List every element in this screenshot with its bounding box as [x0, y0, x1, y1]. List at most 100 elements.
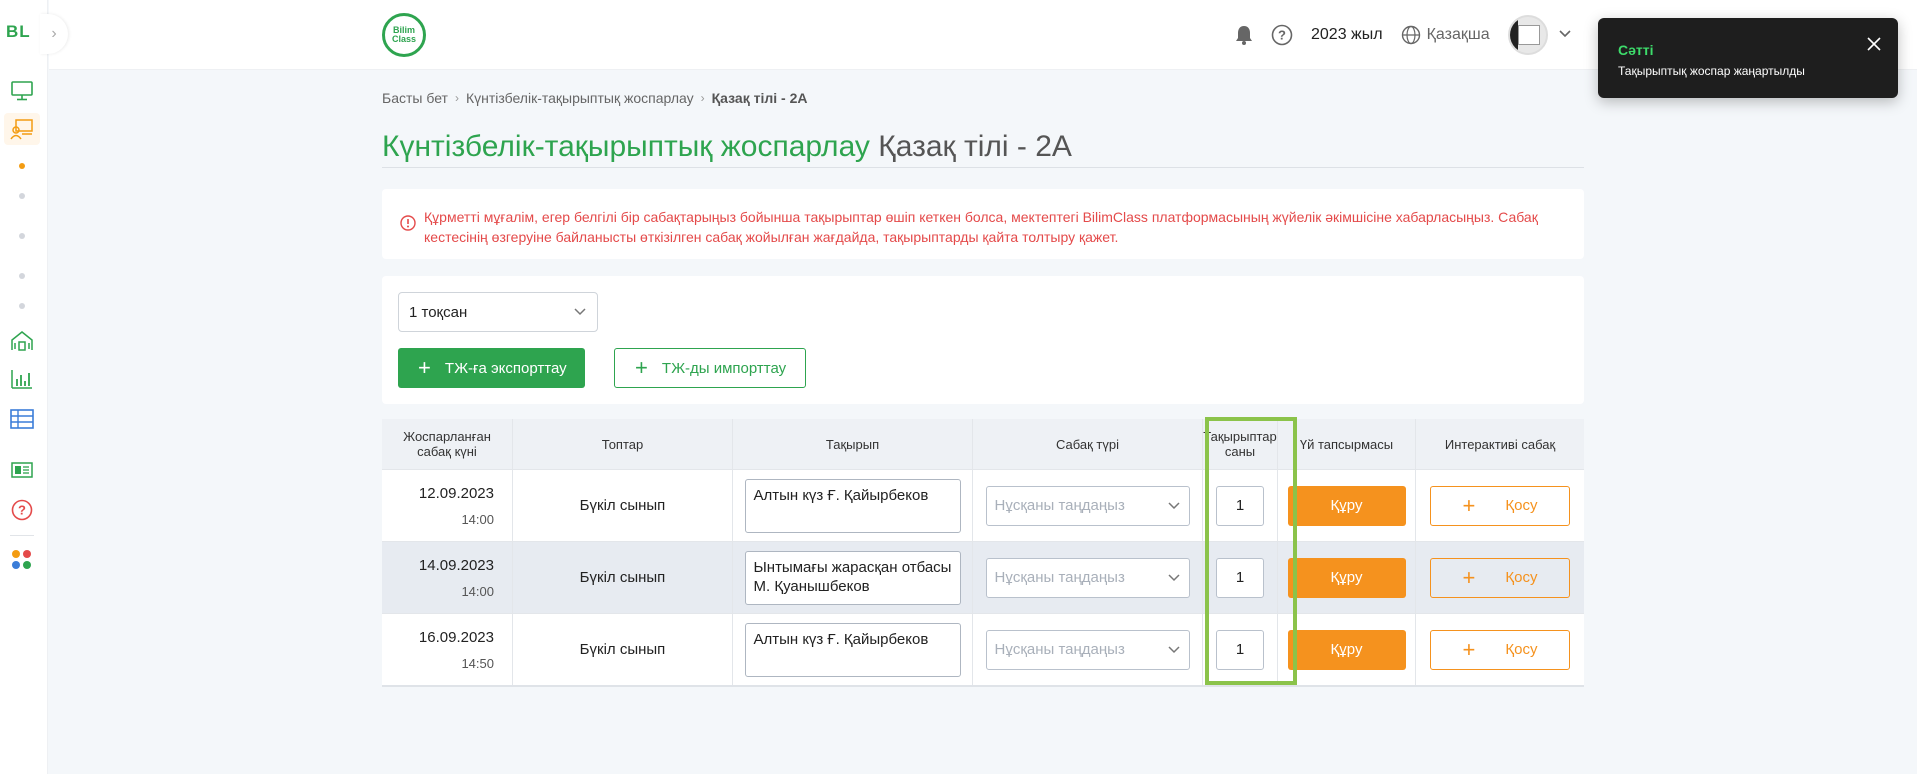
controls-panel: 1 тоқсан + ТЖ-ға экспорттау + ТЖ-ды импо… — [382, 276, 1584, 404]
type-cell: Нұсқаны таңдаңыз — [973, 470, 1203, 541]
chevron-down-icon — [1167, 501, 1180, 509]
help-button[interactable]: ? — [1271, 24, 1293, 46]
sidebar-subitem-dot[interactable] — [19, 303, 25, 309]
sidebar-item-schedule[interactable] — [9, 406, 35, 432]
sidebar-subitem-dot[interactable] — [19, 273, 25, 279]
breadcrumb-section[interactable]: Күнтізбелік-тақырыптық жоспарлау — [466, 90, 694, 106]
lesson-type-select[interactable]: Нұсқаны таңдаңыз — [985, 485, 1190, 526]
help-circle-icon: ? — [11, 499, 33, 521]
header-topic: Тақырып — [733, 419, 973, 469]
bilimclass-logo[interactable]: Bilim Class — [382, 13, 426, 57]
toast-close-button[interactable] — [1862, 32, 1886, 56]
plus-icon: + — [1462, 636, 1476, 662]
add-interactive-button[interactable]: + Қосу — [1430, 629, 1570, 670]
svg-text:?: ? — [18, 503, 26, 518]
breadcrumb-home[interactable]: Басты бет — [382, 90, 448, 106]
sidebar-item-stats[interactable] — [9, 366, 35, 392]
chevron-down-icon — [1559, 30, 1571, 38]
success-toast: Сәтті Тақырыптық жоспар жаңартылды — [1598, 18, 1898, 98]
add-interactive-button[interactable]: + Қосу — [1430, 485, 1570, 526]
chevron-right-icon: › — [51, 25, 57, 42]
sidebar-item-monitor[interactable] — [9, 78, 35, 104]
date-cell: 12.09.2023 14:00 — [382, 470, 513, 541]
sidebar-subitem-dot[interactable] — [19, 233, 25, 239]
lesson-date: 14.09.2023 — [418, 556, 494, 574]
topic-input[interactable]: Алтын күз Ғ. Қайырбеков — [744, 622, 961, 677]
quarter-select-value: 1 тоқсан — [409, 303, 468, 321]
breadcrumb-separator-icon: › — [454, 91, 459, 105]
lesson-type-placeholder: Нұсқаны таңдаңыз — [994, 641, 1125, 658]
add-interactive-label: Қосу — [1505, 569, 1538, 586]
user-menu-chevron[interactable] — [1558, 26, 1572, 44]
header-type: Сабақ түрі — [973, 419, 1203, 469]
import-button-label: ТЖ-ды импорттау — [661, 359, 787, 377]
lesson-time: 14:00 — [461, 583, 494, 599]
homework-cell: Құру — [1278, 614, 1416, 685]
export-button-label: ТЖ-ға экспорттау — [444, 359, 567, 377]
sidebar-subitem-dot[interactable] — [19, 163, 25, 169]
chart-icon — [11, 370, 32, 389]
header-count: Тақырыптар саны — [1203, 419, 1278, 469]
table-row: 14.09.2023 14:00 Бүкіл сынып Ынтымағы жа… — [382, 541, 1584, 613]
lesson-type-placeholder: Нұсқаны таңдаңыз — [994, 569, 1125, 586]
header-homework: Үй тапсырмасы — [1278, 419, 1416, 469]
classroom-icon — [10, 119, 33, 140]
topic-count-input[interactable]: 1 — [1216, 557, 1264, 598]
interactive-cell: + Қосу — [1416, 542, 1584, 613]
topic-count-input[interactable]: 1 — [1216, 485, 1264, 526]
toast-message: Тақырыптық жоспар жаңартылды — [1618, 64, 1805, 78]
topic-count-input[interactable]: 1 — [1216, 629, 1264, 670]
quarter-select[interactable]: 1 тоқсан — [398, 292, 598, 332]
group-cell: Бүкіл сынып — [513, 542, 733, 613]
lessons-table: Жоспарланған сабақ күні Топтар Тақырып С… — [382, 419, 1584, 687]
sidebar-item-school[interactable] — [9, 327, 35, 353]
notifications-button[interactable] — [1235, 25, 1253, 45]
sidebar-divider — [10, 535, 34, 536]
close-icon — [1867, 37, 1881, 51]
chevron-down-icon — [1167, 573, 1180, 581]
lesson-type-placeholder: Нұсқаны таңдаңыз — [994, 497, 1125, 514]
topic-input[interactable]: Ынтымағы жарасқан отбасы М. Қуанышбеков — [744, 550, 961, 605]
sidebar-item-idcard[interactable] — [9, 457, 35, 483]
page-title-main: Күнтізбелік-тақырыптық жоспарлау — [382, 130, 870, 163]
sidebar-logo[interactable]: BL — [6, 22, 31, 42]
add-interactive-label: Қосу — [1505, 497, 1538, 514]
language-selector[interactable]: Қазақша — [1401, 25, 1490, 45]
id-card-icon — [11, 462, 33, 478]
lesson-type-select[interactable]: Нұсқаны таңдаңыз — [985, 557, 1190, 598]
topic-input[interactable]: Алтын күз Ғ. Қайырбеков — [744, 478, 961, 533]
lesson-type-select[interactable]: Нұсқаны таңдаңыз — [985, 629, 1190, 670]
count-cell: 1 — [1203, 542, 1278, 613]
homework-cell: Құру — [1278, 470, 1416, 541]
import-button[interactable]: + ТЖ-ды импорттау — [614, 348, 806, 388]
type-cell: Нұсқаны таңдаңыз — [973, 542, 1203, 613]
header-groups: Топтар — [513, 419, 733, 469]
create-homework-button[interactable]: Құру — [1287, 629, 1406, 670]
add-interactive-button[interactable]: + Қосу — [1430, 557, 1570, 598]
lesson-date: 16.09.2023 — [418, 628, 494, 646]
create-homework-button[interactable]: Құру — [1287, 485, 1406, 526]
sidebar-subitem-dot[interactable] — [19, 193, 25, 199]
sidebar-item-apps[interactable] — [9, 547, 35, 573]
interactive-cell: + Қосу — [1416, 470, 1584, 541]
lesson-time: 14:00 — [461, 511, 494, 527]
topic-cell: Алтын күз Ғ. Қайырбеков — [733, 614, 973, 685]
page-title: Күнтізбелік-тақырыптық жоспарлау Қазақ т… — [382, 130, 1584, 168]
topic-cell: Ынтымағы жарасқан отбасы М. Қуанышбеков — [733, 542, 973, 613]
header-interactive: Интерактиві сабақ — [1444, 436, 1556, 452]
monitor-icon — [11, 81, 33, 101]
sidebar-item-help[interactable]: ? — [9, 497, 35, 523]
sidebar-item-classroom[interactable] — [4, 113, 40, 145]
page-title-sub: Қазақ тілі - 2А — [878, 130, 1072, 163]
export-button[interactable]: + ТЖ-ға экспорттау — [398, 348, 585, 388]
alert-text: Құрметті мұғалім, егер белгілі бір сабақ… — [424, 209, 1538, 245]
year-selector[interactable]: 2023 жыл — [1311, 26, 1383, 44]
help-icon: ? — [1271, 24, 1293, 46]
create-homework-button[interactable]: Құру — [1287, 557, 1406, 598]
table-row: 16.09.2023 14:50 Бүкіл сынып Алтын күз Ғ… — [382, 613, 1584, 685]
table-header-row: Жоспарланған сабақ күні Топтар Тақырып С… — [382, 419, 1584, 469]
add-interactive-label: Қосу — [1505, 641, 1538, 658]
group-cell: Бүкіл сынып — [513, 470, 733, 541]
homework-cell: Құру — [1278, 542, 1416, 613]
avatar[interactable] — [1507, 15, 1548, 55]
